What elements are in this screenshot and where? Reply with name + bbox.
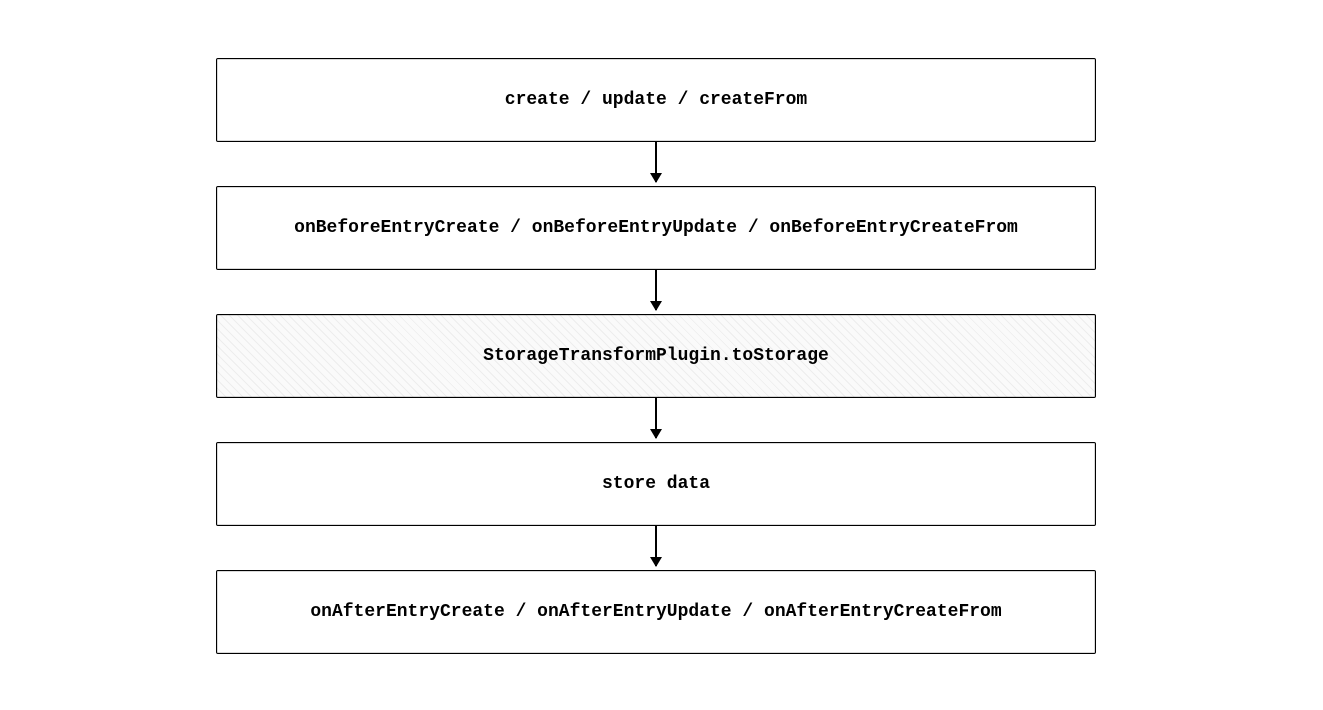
flow-box-4: store data — [216, 442, 1096, 526]
flow-box-4-label: store data — [602, 474, 710, 494]
flow-arrow-3 — [655, 398, 657, 438]
flow-arrow-1 — [655, 142, 657, 182]
flow-arrow-4 — [655, 526, 657, 566]
flow-box-3: StorageTransformPlugin.toStorage — [216, 314, 1096, 398]
flow-box-2: onBeforeEntryCreate / onBeforeEntryUpdat… — [216, 186, 1096, 270]
flow-box-1: create / update / createFrom — [216, 58, 1096, 142]
flow-box-1-label: create / update / createFrom — [505, 90, 807, 110]
flow-box-5: onAfterEntryCreate / onAfterEntryUpdate … — [216, 570, 1096, 654]
flow-box-3-label: StorageTransformPlugin.toStorage — [483, 346, 829, 366]
flow-box-2-label: onBeforeEntryCreate / onBeforeEntryUpdat… — [294, 218, 1018, 238]
flow-box-5-label: onAfterEntryCreate / onAfterEntryUpdate … — [310, 602, 1001, 622]
flow-arrow-2 — [655, 270, 657, 310]
flow-diagram: create / update / createFrom onBeforeEnt… — [0, 0, 1323, 710]
